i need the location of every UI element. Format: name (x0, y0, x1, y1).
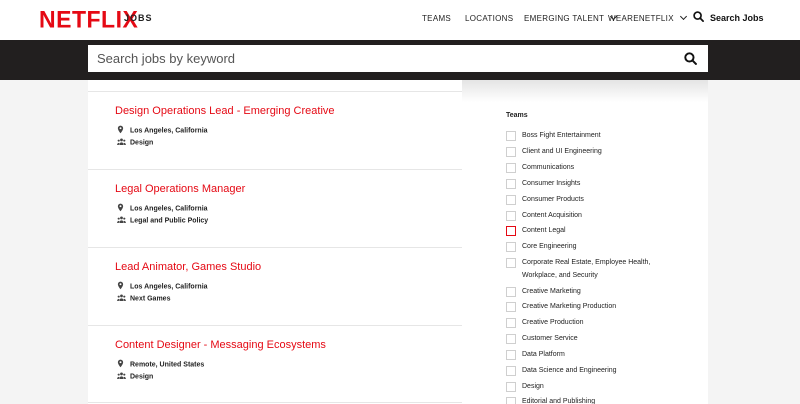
search-jobs-link[interactable]: Search Jobs (693, 11, 764, 25)
checkbox[interactable] (506, 287, 516, 297)
nav-teams[interactable]: TEAMS (422, 14, 451, 23)
results-panel: Design Operations Lead - Emerging Creati… (88, 80, 708, 404)
checkbox[interactable] (506, 397, 516, 404)
checkbox[interactable] (506, 242, 516, 252)
nav-locations[interactable]: LOCATIONS (465, 14, 513, 23)
job-team: Design (117, 372, 153, 381)
job-team: Design (117, 138, 153, 147)
checkbox[interactable] (506, 163, 516, 173)
checkbox[interactable] (506, 195, 516, 205)
filter-header-shadow (462, 80, 708, 102)
divider (88, 169, 462, 170)
search-strip (0, 40, 800, 80)
checkbox[interactable] (506, 366, 516, 376)
checkbox[interactable] (506, 131, 516, 141)
checkbox[interactable] (506, 350, 516, 360)
checkbox[interactable] (506, 318, 516, 328)
job-location: Remote, United States (117, 359, 204, 370)
nav-wearenetflix[interactable]: WEARENETFLIX (608, 12, 687, 23)
divider (88, 402, 462, 403)
checkbox[interactable] (506, 226, 516, 236)
team-icon (117, 216, 126, 225)
location-pin-icon (117, 203, 126, 214)
divider (88, 325, 462, 326)
checkbox[interactable] (506, 334, 516, 344)
team-icon (117, 294, 126, 303)
top-navigation-bar: NETFLIX JOBS TEAMS LOCATIONS EMERGING TA… (0, 0, 800, 40)
checkbox[interactable] (506, 258, 516, 268)
checkbox[interactable] (506, 382, 516, 392)
search-box (88, 45, 708, 72)
job-location: Los Angeles, California (117, 125, 208, 136)
job-team: Next Games (117, 294, 170, 303)
divider (88, 91, 462, 92)
job-title-link[interactable]: Legal Operations Manager (115, 183, 245, 195)
checkbox[interactable] (506, 147, 516, 157)
search-icon (693, 11, 704, 24)
job-location: Los Angeles, California (117, 281, 208, 292)
chevron-down-icon (679, 12, 687, 21)
teams-filter-heading: Teams (506, 112, 528, 119)
nav-emerging-talent[interactable]: EMERGING TALENT (524, 12, 618, 23)
divider (88, 247, 462, 248)
job-title-link[interactable]: Design Operations Lead - Emerging Creati… (115, 105, 335, 117)
location-pin-icon (117, 281, 126, 292)
checkbox[interactable] (506, 302, 516, 312)
search-input[interactable] (88, 45, 668, 72)
job-location: Los Angeles, California (117, 203, 208, 214)
team-icon (117, 138, 126, 147)
search-icon[interactable] (684, 52, 698, 66)
checkbox[interactable] (506, 179, 516, 189)
location-pin-icon (117, 125, 126, 136)
jobs-section-label[interactable]: JOBS (124, 13, 153, 23)
checkbox[interactable] (506, 211, 516, 221)
team-icon (117, 372, 126, 381)
job-team: Legal and Public Policy (117, 216, 208, 225)
job-title-link[interactable]: Content Designer - Messaging Ecosystems (115, 339, 326, 351)
location-pin-icon (117, 359, 126, 370)
job-title-link[interactable]: Lead Animator, Games Studio (115, 261, 261, 273)
